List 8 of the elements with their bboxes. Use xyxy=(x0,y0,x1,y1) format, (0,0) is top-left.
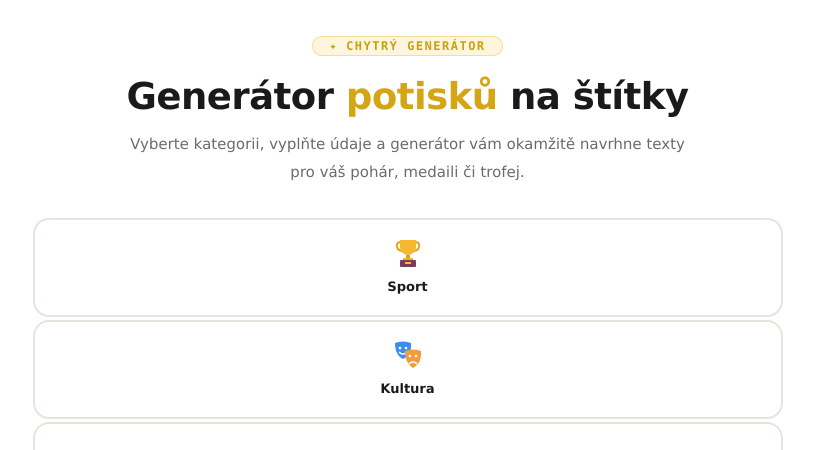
trophy-icon xyxy=(394,238,420,268)
badge-label: CHYTRÝ GENERÁTOR xyxy=(346,38,486,55)
category-card[interactable]: Sport xyxy=(32,218,782,317)
sparkle-icon: ✦ xyxy=(329,37,338,55)
category-card[interactable]: Kultura xyxy=(32,320,782,419)
page-title: Generátor potisků na štítky xyxy=(126,74,688,120)
subtitle: Vyberte kategorii, vyplňte údaje a generátor vám okamžitě navrhne texty pro váš pohár, medaili či trofej. xyxy=(129,134,686,183)
theater-masks-icon xyxy=(392,340,422,370)
